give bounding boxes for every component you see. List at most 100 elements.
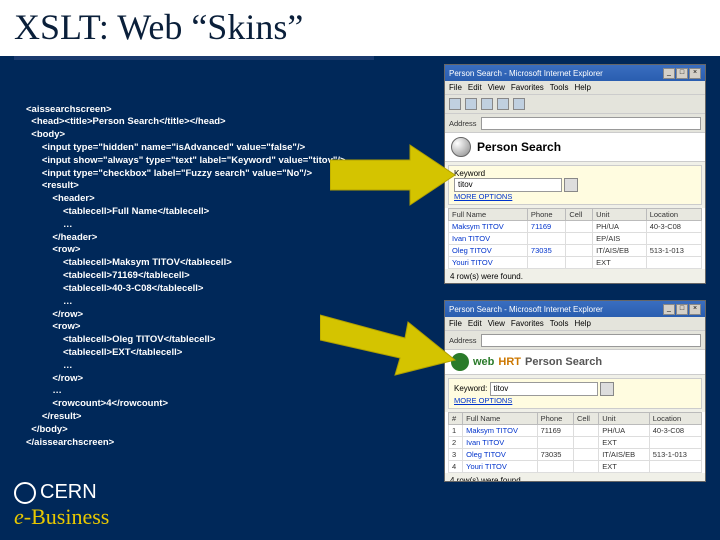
table-row[interactable]: 2Ivan TITOV EXT: [449, 437, 702, 449]
keyword-label: Keyword:: [454, 384, 487, 393]
address-input[interactable]: [481, 334, 701, 347]
search-go-button[interactable]: [600, 382, 614, 396]
table-cell: EXT: [599, 437, 650, 449]
cern-text: CERN: [40, 481, 97, 504]
results-table: Full NamePhoneCellUnitLocation Maksym TI…: [448, 208, 702, 269]
table-cell: Ivan TITOV: [449, 233, 528, 245]
table-cell: IT/AIS/EB: [599, 449, 650, 461]
home-icon[interactable]: [513, 98, 525, 110]
minimize-button[interactable]: _: [663, 68, 675, 79]
menu-item[interactable]: Tools: [550, 83, 569, 92]
title-underline: [14, 56, 374, 60]
page-header: Person Search: [445, 133, 705, 162]
table-cell: 73035: [527, 245, 565, 257]
table-cell: [566, 245, 593, 257]
back-icon[interactable]: [449, 98, 461, 110]
menu-item[interactable]: Tools: [550, 319, 569, 328]
table-row[interactable]: Oleg TITOV73035IT/AIS/EB513-1-013: [449, 245, 702, 257]
stop-icon[interactable]: [481, 98, 493, 110]
keyword-input[interactable]: titov: [490, 382, 598, 396]
address-input[interactable]: [481, 117, 701, 130]
table-cell: [573, 437, 598, 449]
address-bar: Address: [445, 114, 705, 133]
table-row[interactable]: 1Maksym TITOV71169PH/UA40-3-C08: [449, 425, 702, 437]
table-cell: Ivan TITOV: [463, 437, 537, 449]
window-titlebar: Person Search - Microsoft Internet Explo…: [445, 65, 705, 81]
table-cell: Maksym TITOV: [449, 221, 528, 233]
table-row[interactable]: 3Oleg TITOV73035IT/AIS/EB513-1-013: [449, 449, 702, 461]
table-header: Phone: [537, 413, 573, 425]
table-cell: 4: [449, 461, 463, 473]
table-header: Unit: [599, 413, 650, 425]
minimize-button[interactable]: _: [663, 304, 675, 315]
row-count-text: 4 row(s) were found.: [445, 269, 705, 284]
table-cell: [537, 461, 573, 473]
page-title: Person Search: [477, 140, 561, 154]
menu-item[interactable]: Edit: [468, 83, 482, 92]
window-titlebar: Person Search - Microsoft Internet Explo…: [445, 301, 705, 317]
table-cell: 40-3-C08: [646, 221, 701, 233]
table-cell: Maksym TITOV: [463, 425, 537, 437]
table-cell: PH/UA: [599, 425, 650, 437]
menu-item[interactable]: File: [449, 83, 462, 92]
table-header: Cell: [566, 209, 593, 221]
maximize-button[interactable]: □: [676, 304, 688, 315]
table-cell: [566, 233, 593, 245]
close-button[interactable]: ×: [689, 68, 701, 79]
table-cell: 513-1-013: [649, 449, 701, 461]
footer: CERN e-Business: [14, 481, 109, 530]
table-row[interactable]: Maksym TITOV71169PH/UA40-3-C08: [449, 221, 702, 233]
table-cell: 2: [449, 437, 463, 449]
maximize-button[interactable]: □: [676, 68, 688, 79]
brand-web: web: [473, 356, 494, 368]
more-options-link[interactable]: MORE OPTIONS: [454, 192, 512, 201]
close-button[interactable]: ×: [689, 304, 701, 315]
table-row[interactable]: 4Youri TITOV EXT: [449, 461, 702, 473]
results-table: #Full NamePhoneCellUnitLocation 1Maksym …: [448, 412, 702, 473]
table-cell: [527, 233, 565, 245]
table-header: Full Name: [449, 209, 528, 221]
table-cell: [573, 461, 598, 473]
menu-bar: FileEditViewFavoritesToolsHelp: [445, 317, 705, 331]
table-cell: [537, 437, 573, 449]
menu-item[interactable]: Edit: [468, 319, 482, 328]
table-header: Unit: [593, 209, 647, 221]
refresh-icon[interactable]: [497, 98, 509, 110]
menu-item[interactable]: View: [488, 319, 505, 328]
table-cell: Youri TITOV: [449, 257, 528, 269]
table-cell: EXT: [593, 257, 647, 269]
table-cell: EXT: [599, 461, 650, 473]
page-title: Person Search: [525, 356, 602, 368]
table-row[interactable]: Youri TITOV EXT: [449, 257, 702, 269]
cern-logo-icon: [14, 482, 36, 504]
screenshot-person-search-hrt: Person Search - Microsoft Internet Explo…: [444, 300, 706, 482]
table-cell: [573, 449, 598, 461]
table-header: Location: [646, 209, 701, 221]
table-cell: [646, 233, 701, 245]
table-header: #: [449, 413, 463, 425]
menu-item[interactable]: Help: [574, 319, 590, 328]
results-area: #Full NamePhoneCellUnitLocation 1Maksym …: [445, 412, 705, 473]
menu-item[interactable]: View: [488, 83, 505, 92]
menu-item[interactable]: Favorites: [511, 83, 544, 92]
table-header: Location: [649, 413, 701, 425]
table-cell: Oleg TITOV: [463, 449, 537, 461]
table-row[interactable]: Ivan TITOVEP/AIS: [449, 233, 702, 245]
forward-icon[interactable]: [465, 98, 477, 110]
table-cell: Oleg TITOV: [449, 245, 528, 257]
table-cell: [566, 221, 593, 233]
table-cell: 1: [449, 425, 463, 437]
screenshot-person-search-plain: Person Search - Microsoft Internet Explo…: [444, 64, 706, 284]
table-cell: 71169: [537, 425, 573, 437]
table-header: Full Name: [463, 413, 537, 425]
table-cell: [649, 437, 701, 449]
keyword-input[interactable]: titov: [454, 178, 562, 192]
menu-item[interactable]: Help: [574, 83, 590, 92]
table-cell: IT/AIS/EB: [593, 245, 647, 257]
slide-title: XSLT: Web “Skins”: [0, 0, 720, 56]
more-options-link[interactable]: MORE OPTIONS: [454, 396, 512, 405]
table-cell: Youri TITOV: [463, 461, 537, 473]
table-cell: [527, 257, 565, 269]
menu-item[interactable]: Favorites: [511, 319, 544, 328]
search-go-button[interactable]: [564, 178, 578, 192]
